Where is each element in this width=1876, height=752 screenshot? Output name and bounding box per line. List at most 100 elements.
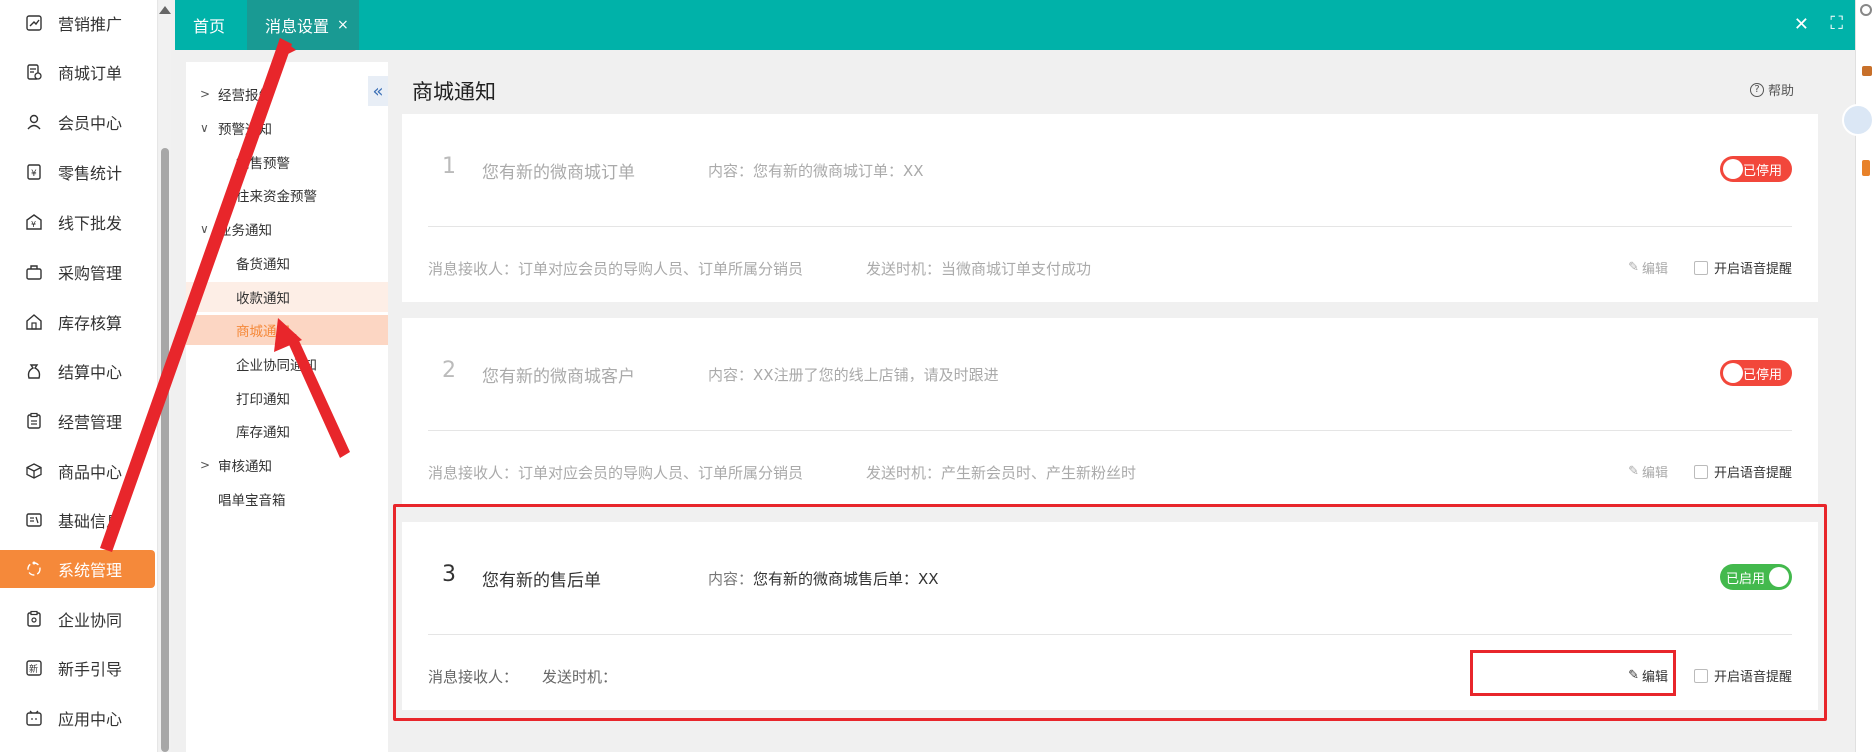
sidebar-item-label: 商城订单: [58, 64, 123, 83]
close-tab-icon[interactable]: ×: [337, 17, 349, 33]
sidebar-item-label: 零售统计: [58, 164, 123, 183]
svg-text:¥: ¥: [31, 220, 36, 229]
sidebar-item-apps[interactable]: 应用中心: [0, 699, 155, 737]
card-number: 2: [442, 358, 456, 383]
sidebar-item-label: 结算中心: [58, 363, 123, 382]
subnav-label: 预警通知: [218, 122, 272, 138]
checkbox[interactable]: [1693, 260, 1708, 275]
gift-icon[interactable]: [1862, 66, 1872, 76]
content-value: 您有新的微商城订单：XX: [753, 162, 924, 180]
card-name: 您有新的微商城订单: [482, 163, 635, 183]
divider: [428, 430, 1792, 431]
subnav-item-fund-alert[interactable]: 往来资金预警: [186, 180, 388, 210]
receiver-value: 订单对应会员的导购人员、订单所属分销员: [518, 464, 804, 482]
toggle-label: 已停用: [1742, 367, 1782, 383]
tab-label: 首页: [193, 17, 226, 36]
subnav-item-stock-notice[interactable]: 备货通知: [186, 248, 388, 278]
subnav-item-collab-notice[interactable]: 企业协同通知: [186, 349, 388, 379]
search-icon[interactable]: [1860, 4, 1872, 16]
collapse-panel-icon[interactable]: «: [368, 76, 388, 106]
fullscreen-icon[interactable]: ⛶: [1830, 13, 1843, 34]
tab-home[interactable]: 首页: [175, 0, 243, 50]
subnav-group-business-notice[interactable]: ∨ 业务通知: [186, 214, 388, 244]
send-time: 发送时机：当微商城订单支付成功: [866, 258, 1091, 279]
subnav-item-inventory-notice[interactable]: 库存通知: [186, 416, 388, 446]
voice-label: 开启语音提醒: [1713, 262, 1792, 277]
voice-reminder-checkbox[interactable]: 开启语音提醒: [1693, 462, 1792, 481]
sidebar-item-collab[interactable]: 企业协同: [0, 600, 155, 638]
edit-label: 编辑: [1641, 466, 1668, 481]
sidebar-item-members[interactable]: 会员中心: [0, 103, 155, 141]
clipboard-icon: [24, 411, 44, 431]
subnav-item-sales-alert[interactable]: 销售预警: [186, 147, 388, 177]
subnav-label: 打印通知: [236, 392, 290, 408]
sidebar-item-business-mgmt[interactable]: 经营管理: [0, 402, 155, 440]
checkbox[interactable]: [1693, 464, 1708, 479]
edit-button[interactable]: ✎ 编辑: [1628, 258, 1668, 277]
subnav-group-business-report[interactable]: > 经营报告: [186, 79, 388, 109]
subnav-item-payment-notice[interactable]: 收款通知: [186, 282, 388, 312]
tab-message-settings[interactable]: 消息设置 ×: [247, 0, 359, 50]
card-content: 内容：XX注册了您的线上店铺，请及时跟进: [708, 364, 999, 385]
edit-icon: ✎: [1628, 260, 1639, 275]
sidebar-item-guide[interactable]: 新 新手引导: [0, 649, 155, 687]
subnav-group-audit[interactable]: > 审核通知: [186, 450, 388, 480]
sidebar-item-wholesale[interactable]: ¥ 线下批发: [0, 203, 155, 241]
sidebar-item-label: 应用中心: [58, 710, 123, 729]
sidebar-item-label: 库存核算: [58, 314, 123, 333]
stats-icon: ¥: [24, 162, 44, 182]
sidebar-item-label: 线下批发: [58, 214, 123, 233]
sidebar-item-orders[interactable]: 商城订单: [0, 53, 155, 91]
sidebar-item-purchase[interactable]: 采购管理: [0, 253, 155, 291]
edit-button[interactable]: ✎ 编辑: [1628, 462, 1668, 481]
assistant-avatar-icon[interactable]: [1842, 104, 1874, 136]
main-sidebar: 营销推广 商城订单 会员中心 ¥ 零售统计 ¥ 线下批发 采购管理 库存核算 结…: [0, 0, 158, 752]
top-tab-bar: 首页 消息设置 × ✕ ⛶: [175, 0, 1855, 50]
sidebar-item-settlement[interactable]: 结算中心: [0, 352, 155, 390]
subnav-item-mall-notice[interactable]: 商城通知: [186, 315, 388, 345]
warehouse-icon: [24, 312, 44, 332]
chevron-down-icon: ∨: [200, 222, 209, 236]
voice-label: 开启语音提醒: [1713, 466, 1792, 481]
subnav-group-alert[interactable]: ∨ 预警通知: [186, 113, 388, 143]
toggle-knob: [1723, 363, 1743, 383]
subnav-item-speaker[interactable]: 唱单宝音箱: [186, 484, 388, 514]
scroll-up-icon[interactable]: [159, 6, 171, 14]
subnav-label: 收款通知: [236, 291, 290, 307]
status-toggle[interactable]: 已停用: [1720, 156, 1792, 182]
close-icon[interactable]: ✕: [1794, 14, 1809, 35]
sidebar-scrollbar[interactable]: [159, 0, 171, 752]
chevron-down-icon: ∨: [200, 121, 209, 135]
notice-card: 1 您有新的微商城订单 内容：您有新的微商城订单：XX 已停用 消息接收人：订单…: [402, 114, 1818, 302]
sidebar-item-basic-info[interactable]: 基础信息: [0, 501, 155, 539]
sidebar-item-label: 商品中心: [58, 463, 123, 482]
toggle-knob: [1723, 159, 1743, 179]
sidebar-item-products[interactable]: 商品中心: [0, 452, 155, 490]
subnav-label: 备货通知: [236, 257, 290, 273]
sidebar-item-retail-stats[interactable]: ¥ 零售统计: [0, 153, 155, 191]
scrollbar-thumb[interactable]: [161, 148, 169, 752]
chevron-right-icon: >: [200, 87, 211, 101]
svg-text:新: 新: [29, 663, 38, 675]
send-time-value: 当微商城订单支付成功: [941, 260, 1092, 278]
subnav-label: 库存通知: [236, 425, 290, 441]
receiver: 消息接收人：订单对应会员的导购人员、订单所属分销员: [428, 462, 803, 483]
receiver: 消息接收人：订单对应会员的导购人员、订单所属分销员: [428, 258, 803, 279]
sub-navigation: > 经营报告 ∨ 预警通知 销售预警 往来资金预警 ∨ 业务通知 备货通知 收款…: [186, 62, 388, 752]
card-name: 您有新的微商城客户: [482, 367, 635, 387]
subnav-item-print-notice[interactable]: 打印通知: [186, 383, 388, 413]
bookmark-icon[interactable]: [1862, 160, 1870, 176]
sidebar-item-inventory[interactable]: 库存核算: [0, 303, 155, 341]
sidebar-item-marketing[interactable]: 营销推广: [0, 4, 155, 42]
card-number: 1: [442, 154, 456, 179]
card-content: 内容：您有新的微商城订单：XX: [708, 160, 924, 181]
chevron-right-icon: >: [200, 458, 211, 472]
subnav-label: 企业协同通知: [236, 358, 317, 374]
edit-label: 编辑: [1641, 262, 1668, 277]
voice-reminder-checkbox[interactable]: 开启语音提醒: [1693, 258, 1792, 277]
help-link[interactable]: ? 帮助: [1750, 80, 1794, 99]
receiver-label: 消息接收人：: [428, 464, 519, 482]
status-toggle[interactable]: 已停用: [1720, 360, 1792, 386]
sidebar-item-system-mgmt[interactable]: 系统管理: [0, 550, 155, 588]
wholesale-icon: ¥: [24, 212, 44, 232]
